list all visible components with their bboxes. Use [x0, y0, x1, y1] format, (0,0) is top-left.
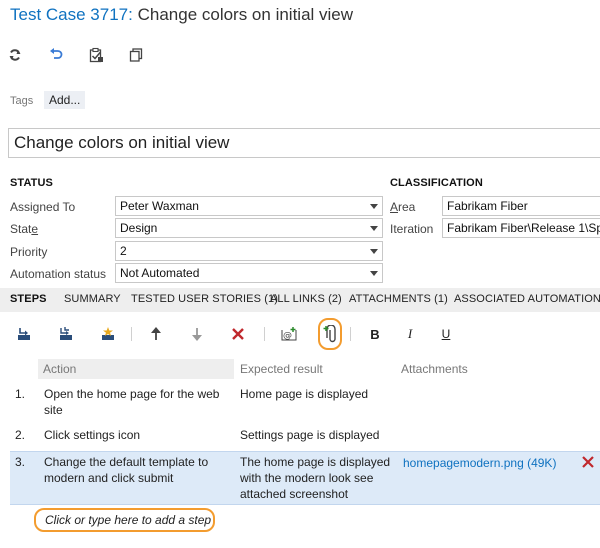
insert-step-icon	[18, 328, 30, 340]
test-case-title: Change colors on initial view	[137, 5, 354, 24]
tags-label: Tags	[10, 95, 34, 107]
step-number: 2.	[15, 428, 26, 442]
automation-status-label: Automation status	[10, 267, 107, 281]
underline-button[interactable]: U	[436, 325, 456, 343]
title-input-value: Change colors on initial view	[14, 133, 230, 152]
paperclip-icon	[323, 325, 336, 343]
create-shared-steps-button[interactable]	[98, 325, 118, 343]
delete-attachment-button[interactable]	[581, 455, 595, 469]
area-field[interactable]: Fabrikam Fiber	[442, 196, 600, 216]
iteration-value: Fabrikam Fiber\Release 1\Spr	[447, 221, 600, 235]
classification-header: CLASSIFICATION	[390, 177, 483, 189]
priority-field[interactable]: 2	[115, 241, 383, 261]
clipboard-check-icon	[89, 47, 103, 63]
delete-step-button[interactable]	[228, 325, 248, 343]
tab-all-links[interactable]: ALL LINKS (2)	[270, 293, 342, 305]
state-value: Design	[120, 221, 158, 235]
undo-icon	[50, 48, 63, 59]
move-down-button[interactable]	[187, 325, 207, 343]
expected-result-column-header: Expected result	[240, 362, 323, 376]
chevron-down-icon	[370, 204, 378, 209]
state-label: State	[10, 222, 39, 236]
attachments-column-header: Attachments	[401, 362, 468, 376]
chevron-down-icon	[370, 271, 378, 276]
undo-button[interactable]	[47, 46, 65, 64]
iteration-label: Iteration	[390, 222, 434, 236]
test-case-id: Test Case 3717:	[10, 5, 133, 24]
automation-status-value: Not Automated	[120, 266, 200, 280]
copy-button[interactable]	[127, 46, 145, 64]
area-value: Fabrikam Fiber	[447, 199, 528, 213]
step-number: 3.	[15, 455, 26, 469]
step-expected-result[interactable]: Home page is displayed	[240, 386, 395, 402]
add-step-input[interactable]: Click or type here to add a step	[34, 508, 215, 532]
insert-shared-steps-button[interactable]	[56, 325, 76, 343]
attachment-link[interactable]: homepagemodern.png (49K)	[403, 455, 556, 471]
status-header: STATUS	[10, 177, 53, 189]
tab-summary[interactable]: SUMMARY	[64, 293, 121, 305]
refresh-icon	[9, 49, 21, 61]
chevron-down-icon	[370, 226, 378, 231]
window-title: Test Case 3717: Change colors on initial…	[10, 4, 353, 26]
add-tag-button[interactable]: Add...	[44, 91, 86, 109]
insert-shared-steps-icon	[60, 327, 72, 340]
step-expected-result[interactable]: The home page is displayed with the mode…	[240, 454, 395, 502]
create-shared-steps-icon	[102, 327, 114, 340]
arrow-down-icon	[192, 328, 202, 341]
insert-parameter-icon: @	[281, 327, 297, 341]
state-field[interactable]: Design	[115, 218, 383, 238]
action-column-header: Action	[43, 362, 77, 376]
assigned-to-value: Peter Waxman	[120, 199, 199, 213]
tab-steps[interactable]: STEPS	[10, 293, 47, 305]
automation-status-field[interactable]: Not Automated	[115, 263, 383, 283]
assigned-to-label: Assigned To	[10, 200, 76, 214]
add-step-placeholder: Click or type here to add a step	[45, 513, 212, 527]
step-action[interactable]: Change the default template to modern an…	[44, 454, 229, 486]
priority-label: Priority	[10, 245, 48, 259]
chevron-down-icon	[370, 249, 378, 254]
toolbar-divider	[350, 327, 351, 341]
step-action[interactable]: Open the home page for the web site	[44, 386, 229, 418]
italic-button[interactable]: I	[400, 325, 420, 343]
save-and-close-button[interactable]	[87, 46, 105, 64]
iteration-field[interactable]: Fabrikam Fiber\Release 1\Spr	[442, 218, 600, 238]
step-number: 1.	[15, 387, 26, 401]
copy-icon	[129, 48, 143, 62]
title-input[interactable]: Change colors on initial view	[8, 128, 600, 158]
toolbar-divider	[264, 327, 265, 341]
tab-attachments[interactable]: ATTACHMENTS (1)	[349, 293, 448, 305]
insert-parameter-button[interactable]: @	[279, 325, 299, 343]
step-expected-result[interactable]: Settings page is displayed	[240, 427, 395, 443]
move-up-button[interactable]	[146, 325, 166, 343]
add-attachment-button[interactable]	[320, 325, 340, 343]
delete-icon	[582, 456, 594, 468]
assigned-to-field[interactable]: Peter Waxman	[115, 196, 383, 216]
bold-button[interactable]: B	[365, 325, 385, 343]
step-action[interactable]: Click settings icon	[44, 427, 229, 443]
toolbar-divider	[131, 327, 132, 341]
arrow-up-icon	[151, 327, 161, 340]
refresh-button[interactable]	[6, 46, 24, 64]
area-label: Area	[390, 200, 416, 214]
priority-value: 2	[120, 244, 127, 258]
tab-tested-user-stories[interactable]: TESTED USER STORIES (1)	[131, 293, 278, 305]
tab-associated-automation[interactable]: ASSOCIATED AUTOMATION	[454, 293, 600, 305]
delete-icon	[232, 328, 244, 340]
insert-step-button[interactable]	[14, 325, 34, 343]
